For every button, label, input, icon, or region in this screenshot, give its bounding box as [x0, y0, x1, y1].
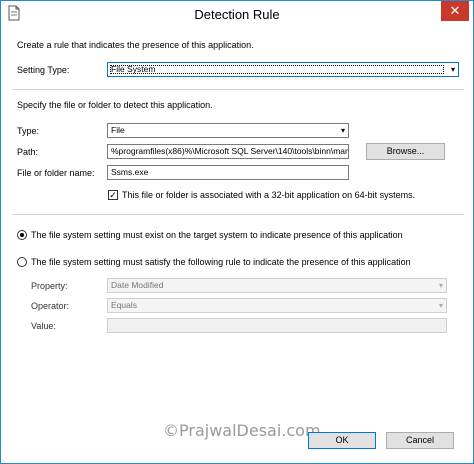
property-value: Date Modified: [111, 280, 164, 290]
separator: [12, 89, 464, 90]
separator: [12, 214, 464, 215]
path-field[interactable]: %programfiles(x86)%\Microsoft SQL Server…: [107, 144, 349, 159]
value-field[interactable]: [107, 318, 447, 333]
cancel-button[interactable]: Cancel: [386, 432, 454, 449]
chevron-down-icon: ▾: [438, 281, 443, 290]
chevron-down-icon: ▾: [438, 301, 443, 310]
type-value: File: [111, 125, 125, 135]
radio-selected-dot: [20, 233, 24, 237]
file-section-heading: Specify the file or folder to detect thi…: [17, 100, 213, 110]
file-name-field[interactable]: Ssms.exe: [107, 165, 349, 180]
type-label: Type:: [17, 126, 40, 136]
chevron-down-icon: ▾: [450, 65, 455, 74]
bit32-checkbox-label: This file or folder is associated with a…: [122, 190, 416, 200]
close-button[interactable]: ✕: [441, 1, 469, 21]
operator-dropdown[interactable]: Equals ▾: [107, 298, 447, 313]
must-exist-label: The file system setting must exist on th…: [31, 230, 403, 240]
browse-button[interactable]: Browse...: [366, 143, 445, 160]
focus-rectangle: [110, 65, 444, 74]
dialog-title: Detection Rule: [194, 7, 280, 22]
ok-button[interactable]: OK: [308, 432, 376, 449]
title-bar[interactable]: Detection Rule ✕: [1, 1, 473, 28]
setting-type-label: Setting Type:: [17, 65, 70, 75]
detection-rule-dialog: Detection Rule ✕ Create a rule that indi…: [0, 0, 474, 464]
file-name-label: File or folder name:: [17, 168, 95, 178]
watermark: ©PrajwalDesai.com: [163, 421, 321, 440]
operator-label: Operator:: [31, 301, 70, 311]
property-dropdown[interactable]: Date Modified ▾: [107, 278, 447, 293]
must-satisfy-radio[interactable]: [17, 257, 27, 267]
bit32-checkbox[interactable]: ✓: [108, 190, 118, 200]
intro-text: Create a rule that indicates the presenc…: [17, 40, 254, 50]
setting-type-dropdown[interactable]: File System ▾: [107, 62, 459, 77]
checkmark-icon: ✓: [109, 190, 117, 200]
type-dropdown[interactable]: File ▾: [107, 123, 349, 138]
operator-value: Equals: [111, 300, 137, 310]
chevron-down-icon: ▾: [340, 126, 345, 135]
setting-type-value: File System: [111, 64, 156, 74]
value-label: Value:: [31, 321, 56, 331]
path-label: Path:: [17, 147, 39, 157]
property-label: Property:: [31, 281, 68, 291]
must-satisfy-label: The file system setting must satisfy the…: [31, 257, 411, 267]
must-exist-radio[interactable]: [17, 230, 27, 240]
